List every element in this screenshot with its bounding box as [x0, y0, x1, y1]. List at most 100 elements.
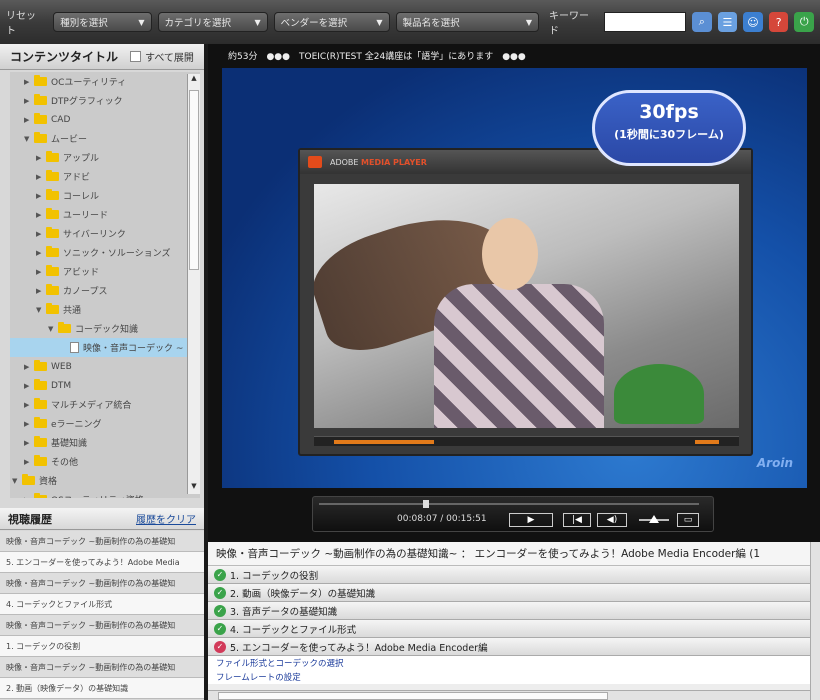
- history-item[interactable]: 5. エンコーダーを使ってみよう！Adobe Media: [0, 552, 204, 573]
- tree-item[interactable]: ▶ 基礎知識: [10, 433, 200, 452]
- tree-item-label: 映像・音声コーデック ~: [83, 344, 184, 354]
- chapter-scrollbar[interactable]: [810, 542, 820, 700]
- expand-icon[interactable]: ▶: [36, 287, 44, 295]
- chapter-item[interactable]: ✓ 3. 音声データの基礎知識: [208, 602, 820, 620]
- expand-icon[interactable]: ▶: [24, 439, 32, 447]
- history-item[interactable]: 2. 動画（映像データ）の基礎知識: [0, 678, 204, 699]
- watermark-logo: Aroin: [756, 456, 793, 470]
- history-item[interactable]: 映像・音声コーデック ~動画制作の為の基礎知: [0, 531, 204, 552]
- panel-divider[interactable]: [208, 534, 820, 542]
- tree-item[interactable]: ▶ ソニック・ソルーションズ: [10, 243, 200, 262]
- expand-icon[interactable]: ▶: [36, 154, 44, 162]
- chevron-down-icon: ▼: [376, 17, 383, 27]
- mute-button[interactable]: ◀): [597, 513, 627, 527]
- collapse-icon[interactable]: ▼: [12, 477, 20, 485]
- tree-item[interactable]: ▶ アドビ: [10, 167, 200, 186]
- chapter-hscrollbar[interactable]: [208, 690, 810, 700]
- history-item[interactable]: 映像・音声コーデック ~動画制作の為の基礎知: [0, 573, 204, 594]
- history-item[interactable]: 映像・音声コーデック ~動画制作の為の基礎知: [0, 657, 204, 678]
- search-icon[interactable]: ⌕: [691, 12, 712, 32]
- expand-icon[interactable]: ▶: [24, 401, 32, 409]
- tree-item[interactable]: ▶ カノープス: [10, 281, 200, 300]
- keyword-input[interactable]: [603, 12, 686, 32]
- expand-icon[interactable]: ▶: [36, 249, 44, 257]
- product-select[interactable]: 製品名を選択 ▼: [395, 12, 539, 32]
- chapter-item[interactable]: ✓ 4. コーデックとファイル形式: [208, 620, 820, 638]
- collapse-icon[interactable]: ▼: [24, 135, 32, 143]
- expand-icon[interactable]: ▶: [24, 420, 32, 428]
- expand-icon[interactable]: ▶: [24, 382, 32, 390]
- expand-all-label[interactable]: すべて展開: [145, 49, 194, 64]
- hscroll-thumb[interactable]: [218, 692, 608, 700]
- check-icon: ✓: [214, 586, 226, 599]
- scroll-up-icon[interactable]: ▲: [188, 74, 200, 86]
- expand-icon[interactable]: ▶: [36, 192, 44, 200]
- expand-icon[interactable]: ▶: [36, 173, 44, 181]
- clear-history-link[interactable]: 履歴をクリア: [136, 511, 196, 526]
- volume-slider[interactable]: [639, 515, 669, 523]
- chapter-item[interactable]: ✓ 5. エンコーダーを使ってみよう！Adobe Media Encoder編: [208, 638, 820, 656]
- collapse-icon[interactable]: ▼: [36, 306, 44, 314]
- tree-item[interactable]: ▶ WEB: [10, 357, 200, 376]
- vendor-select[interactable]: ベンダーを選択 ▼: [273, 12, 390, 32]
- subchapter-link[interactable]: フレームレートの設定: [208, 670, 820, 684]
- tree-item[interactable]: 映像・音声コーデック ~: [10, 338, 200, 357]
- expand-icon[interactable]: ▶: [24, 97, 32, 105]
- chapter-item[interactable]: ✓ 1. コーデックの役割: [208, 566, 820, 584]
- seek-bar[interactable]: [319, 500, 699, 508]
- rewind-button[interactable]: |◀: [563, 513, 591, 527]
- tree-item[interactable]: ▶ eラーニング: [10, 414, 200, 433]
- tree-item[interactable]: ▶ アビッド: [10, 262, 200, 281]
- tree-item[interactable]: ▶ OCユーティリティ: [10, 72, 200, 91]
- scroll-thumb[interactable]: [189, 90, 199, 270]
- user-icon[interactable]: ☺: [743, 12, 763, 32]
- category-select[interactable]: カテゴリを選択 ▼: [157, 12, 268, 32]
- history-item[interactable]: 映像・音声コーデック ~動画制作の為の基礎知: [0, 615, 204, 636]
- tree-item[interactable]: ▶ その他: [10, 452, 200, 471]
- type-select[interactable]: 種別を選択 ▼: [53, 12, 152, 32]
- expand-icon[interactable]: ▶: [24, 78, 32, 86]
- tree-item[interactable]: ▼ ムービー: [10, 129, 200, 148]
- list-icon[interactable]: ☰: [717, 12, 738, 32]
- expand-icon[interactable]: ▶: [36, 268, 44, 276]
- tree-item[interactable]: ▶ DTPグラフィック: [10, 91, 200, 110]
- expand-icon[interactable]: ▶: [36, 230, 44, 238]
- tree-item[interactable]: ▼ 共通: [10, 300, 200, 319]
- face-shape: [482, 218, 538, 290]
- expand-icon[interactable]: ▶: [24, 363, 32, 371]
- tree-item[interactable]: ▶ アップル: [10, 148, 200, 167]
- folder-icon: [22, 474, 35, 485]
- tree-item[interactable]: ▼ コーデック知識: [10, 319, 200, 338]
- tree-item[interactable]: ▼ 資格: [10, 471, 200, 490]
- tree-item[interactable]: ▶ コーレル: [10, 186, 200, 205]
- tree-scrollbar[interactable]: ▲ ▼: [187, 74, 200, 494]
- scroll-down-icon[interactable]: ▼: [188, 482, 200, 494]
- history-item[interactable]: 1. コーデックの役割: [0, 636, 204, 657]
- tree-item[interactable]: ▶ OSユーティリティ資格: [10, 490, 200, 498]
- tree-item[interactable]: ▶ CAD: [10, 110, 200, 129]
- expand-all-checkbox[interactable]: [130, 51, 142, 62]
- tree-item[interactable]: ▶ ユーリード: [10, 205, 200, 224]
- expand-icon[interactable]: ▶: [36, 211, 44, 219]
- video-frame[interactable]: ADOBE MEDIA PLAYER 30fps (1秒間に30フレーム) Ar…: [222, 68, 807, 488]
- subchapter-link[interactable]: ファイル形式とコーデックの選択: [208, 656, 820, 670]
- folder-icon: [34, 455, 47, 466]
- help-icon[interactable]: ?: [768, 12, 789, 32]
- collapse-icon[interactable]: ▼: [48, 325, 56, 333]
- expand-icon[interactable]: ▶: [24, 496, 32, 499]
- power-icon[interactable]: ⏻: [794, 12, 815, 32]
- volume-knob[interactable]: [649, 515, 659, 523]
- tree-item[interactable]: ▶ DTM: [10, 376, 200, 395]
- folder-icon: [46, 208, 59, 219]
- reset-link[interactable]: リセット: [6, 7, 45, 37]
- chapter-item[interactable]: ✓ 2. 動画（映像データ）の基礎知識: [208, 584, 820, 602]
- tree-item[interactable]: ▶ マルチメディア統合: [10, 395, 200, 414]
- play-button[interactable]: ▶: [509, 513, 553, 527]
- fullscreen-button[interactable]: ▭: [677, 513, 699, 527]
- seek-knob[interactable]: [422, 500, 429, 508]
- folder-icon: [34, 493, 47, 498]
- expand-icon[interactable]: ▶: [24, 116, 32, 124]
- tree-item[interactable]: ▶ サイバーリンク: [10, 224, 200, 243]
- history-item[interactable]: 4. コーデックとファイル形式: [0, 594, 204, 615]
- expand-icon[interactable]: ▶: [24, 458, 32, 466]
